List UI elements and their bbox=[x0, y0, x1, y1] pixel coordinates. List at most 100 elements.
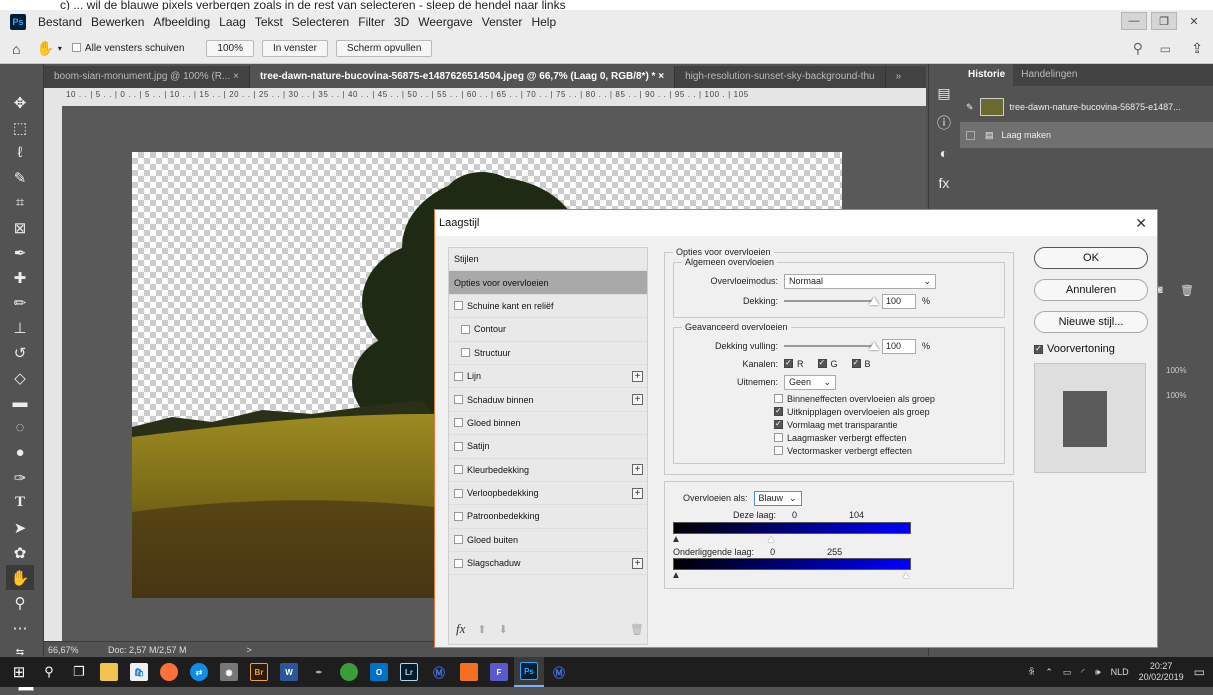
styles-header[interactable]: Stijlen bbox=[449, 248, 647, 272]
fill-opacity-input[interactable]: 100 bbox=[882, 338, 916, 354]
bridge-icon[interactable]: Br bbox=[244, 657, 274, 687]
volume-icon[interactable]: 🕪 bbox=[1095, 667, 1101, 678]
app-icon[interactable] bbox=[334, 657, 364, 687]
white-slider-thumb[interactable]: ▲ bbox=[901, 570, 911, 581]
move-tool-icon[interactable]: ✥ bbox=[6, 90, 34, 115]
wifi-icon[interactable]: ◜ bbox=[1081, 667, 1085, 678]
layer-mask-hides-checkbox[interactable]: Laagmasker verbergt effecten bbox=[774, 431, 996, 444]
history-step[interactable]: ▤ Laag maken bbox=[960, 122, 1213, 148]
ok-button[interactable]: OK bbox=[1034, 247, 1148, 269]
knockout-select[interactable]: Geen ⌄ bbox=[784, 374, 836, 390]
menu-bewerken[interactable]: Bewerken bbox=[91, 15, 144, 29]
trash-icon[interactable]: 🗑 bbox=[1180, 284, 1194, 297]
fit-window-button[interactable]: In venster bbox=[262, 40, 328, 57]
add-inner-shadow-icon[interactable]: + bbox=[632, 394, 643, 406]
type-tool-icon[interactable]: T bbox=[6, 490, 34, 515]
tab-handelingen[interactable]: Handelingen bbox=[1013, 64, 1085, 86]
menu-selecteren[interactable]: Selecteren bbox=[292, 15, 349, 29]
brush-tool-icon[interactable]: ✏ bbox=[6, 290, 34, 315]
tab-boom-sian[interactable]: boom-sian-monument.jpg @ 100% (R... × bbox=[44, 66, 250, 88]
add-stroke-icon[interactable]: + bbox=[632, 370, 643, 382]
more-tools-icon[interactable]: ⋯ bbox=[6, 615, 34, 640]
windows-start-icon[interactable]: ⊞ bbox=[4, 657, 34, 687]
healing-tool-icon[interactable]: ✚ bbox=[6, 265, 34, 290]
style-outer-glow[interactable]: Gloed buiten bbox=[449, 529, 647, 553]
opacity-value[interactable]: 100% bbox=[1166, 366, 1186, 375]
menu-tekst[interactable]: Tekst bbox=[255, 15, 283, 29]
gradient-tool-icon[interactable]: ▬ bbox=[6, 390, 34, 415]
blend-if-select[interactable]: Blauw ⌄ bbox=[753, 490, 802, 506]
menu-filter[interactable]: Filter bbox=[358, 15, 385, 29]
home-icon[interactable]: ⌂ bbox=[12, 41, 20, 57]
this-layer-gradient[interactable] bbox=[673, 522, 911, 534]
move-down-icon[interactable]: ⬇ bbox=[499, 623, 508, 636]
slider-thumb[interactable] bbox=[869, 342, 879, 350]
blend-interior-checkbox[interactable]: Binneneffecten overvloeien als groep bbox=[774, 392, 996, 405]
stamp-tool-icon[interactable]: ⊥ bbox=[6, 315, 34, 340]
tab-tree-dawn[interactable]: tree-dawn-nature-bucovina-56875-e1487626… bbox=[249, 66, 676, 88]
clock[interactable]: 20:27 20/02/2019 bbox=[1139, 661, 1184, 683]
firefox-icon[interactable] bbox=[154, 657, 184, 687]
scroll-all-checkbox[interactable]: Alle vensters schuiven bbox=[71, 43, 184, 54]
app-m-icon[interactable]: Ⓜ bbox=[424, 657, 454, 687]
task-view-icon[interactable]: ❐ bbox=[64, 657, 94, 687]
menu-3d[interactable]: 3D bbox=[394, 15, 409, 29]
file-explorer-icon[interactable] bbox=[94, 657, 124, 687]
teamviewer-icon[interactable]: ⇄ bbox=[184, 657, 214, 687]
close-window-button[interactable]: ✕ bbox=[1181, 12, 1207, 30]
underlying-gradient[interactable] bbox=[673, 558, 911, 570]
tab-historie[interactable]: Historie bbox=[960, 64, 1014, 86]
pen-app-icon[interactable]: ✒ bbox=[304, 657, 334, 687]
channel-r-checkbox[interactable]: R bbox=[784, 358, 804, 369]
opacity-input[interactable]: 100 bbox=[882, 293, 916, 309]
search-icon[interactable]: ⚲ bbox=[1133, 40, 1143, 57]
style-inner-glow[interactable]: Gloed binnen bbox=[449, 412, 647, 436]
path-select-icon[interactable]: ➤ bbox=[6, 515, 34, 540]
blend-clipped-checkbox[interactable]: Uitknipplagen overvloeien als groep bbox=[774, 405, 996, 418]
delete-effect-icon[interactable]: 🗑 bbox=[630, 623, 644, 636]
crop-tool-icon[interactable]: ⌗ bbox=[6, 190, 34, 215]
camera-app-icon[interactable]: ◉ bbox=[214, 657, 244, 687]
menu-bestand[interactable]: Bestand bbox=[38, 15, 82, 29]
status-arrow-icon[interactable]: > bbox=[247, 645, 252, 655]
font-app-icon[interactable]: F bbox=[484, 657, 514, 687]
add-color-overlay-icon[interactable]: + bbox=[632, 464, 643, 476]
language-indicator[interactable]: NLD bbox=[1111, 667, 1129, 677]
dodge-tool-icon[interactable]: ● bbox=[6, 440, 34, 465]
pen-tool-icon[interactable]: ✑ bbox=[6, 465, 34, 490]
blend-mode-select[interactable]: Normaal ⌄ bbox=[784, 273, 936, 289]
menu-help[interactable]: Help bbox=[531, 15, 556, 29]
style-inner-shadow[interactable]: Schaduw binnen + bbox=[449, 388, 647, 412]
battery-icon[interactable]: ▭ bbox=[1063, 667, 1072, 678]
photoshop-taskbar-icon[interactable]: Ps bbox=[514, 657, 544, 687]
hand-tool-icon[interactable]: ✋ bbox=[36, 40, 53, 57]
outlook-icon[interactable]: O bbox=[364, 657, 394, 687]
white-slider-thumb[interactable]: ▲ bbox=[766, 534, 776, 545]
adjustments-icon[interactable]: ◐ bbox=[933, 142, 955, 164]
cancel-button[interactable]: Annuleren bbox=[1034, 279, 1148, 301]
search-icon[interactable]: ⚲ bbox=[34, 657, 64, 687]
style-bevel-emboss[interactable]: Schuine kant en reliëf bbox=[449, 295, 647, 319]
minimize-button[interactable]: — bbox=[1121, 12, 1147, 30]
style-contour[interactable]: Contour bbox=[449, 318, 647, 342]
eyedropper-tool-icon[interactable]: ✒ bbox=[6, 240, 34, 265]
fx-icon[interactable]: fx bbox=[456, 621, 465, 637]
quick-select-tool-icon[interactable]: ✎ bbox=[6, 165, 34, 190]
menu-afbeelding[interactable]: Afbeelding bbox=[153, 15, 210, 29]
chevron-up-icon[interactable]: ⌃ bbox=[1045, 667, 1053, 678]
preview-checkbox[interactable]: Voorvertoning bbox=[1034, 343, 1148, 355]
channel-b-checkbox[interactable]: B bbox=[851, 358, 871, 369]
add-drop-shadow-icon[interactable]: + bbox=[632, 557, 643, 569]
history-panel-icon[interactable]: ▤ bbox=[933, 82, 955, 104]
new-style-button[interactable]: Nieuwe stijl... bbox=[1034, 311, 1148, 333]
share-icon[interactable]: ⇪ bbox=[1191, 40, 1203, 57]
add-gradient-overlay-icon[interactable]: + bbox=[632, 487, 643, 499]
style-stroke[interactable]: Lijn + bbox=[449, 365, 647, 389]
people-icon[interactable]: ꆜ bbox=[1028, 666, 1035, 678]
transparency-shapes-checkbox[interactable]: Vormlaag met transparantie bbox=[774, 418, 996, 431]
close-icon[interactable]: ✕ bbox=[1135, 215, 1147, 232]
lasso-tool-icon[interactable]: ℓ bbox=[6, 140, 34, 165]
style-color-overlay[interactable]: Kleurbedekking + bbox=[449, 459, 647, 482]
chevron-down-icon[interactable]: ▾ bbox=[58, 44, 62, 53]
info-icon[interactable]: ⓘ bbox=[933, 112, 955, 134]
